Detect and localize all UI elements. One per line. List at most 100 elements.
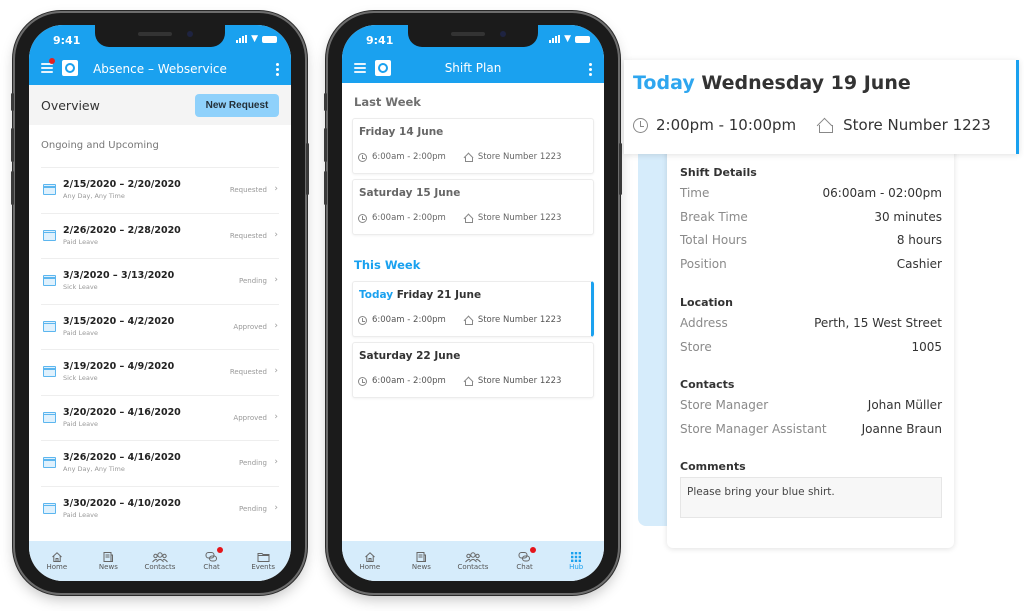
absence-type: Paid Leave bbox=[63, 237, 98, 246]
detail-label: Store bbox=[680, 339, 712, 354]
detail-label: Time bbox=[680, 186, 710, 200]
today-label: Today bbox=[633, 72, 695, 94]
chevron-right-icon: › bbox=[274, 275, 278, 285]
calendar-icon bbox=[43, 229, 56, 241]
detail-row: Time 06:00am - 02:00pm bbox=[680, 186, 942, 210]
absence-type: Any Day, Any Time bbox=[63, 192, 125, 200]
store-icon bbox=[463, 377, 473, 386]
battery-icon bbox=[575, 35, 590, 43]
last-week-heading: Last Week bbox=[354, 95, 421, 109]
absence-row[interactable]: 3/26/2020 – 4/16/2020 Any Day, Any Time Pe… bbox=[41, 440, 279, 486]
tab-label: Chat bbox=[516, 563, 533, 571]
shift-card[interactable]: Saturday 22 June 6:00am - 2:00pm Store Num… bbox=[352, 342, 594, 398]
contacts-heading: Contacts bbox=[680, 378, 735, 391]
absence-row[interactable]: 2/26/2020 – 2/28/2020 Paid Leave Requested… bbox=[41, 212, 279, 259]
tab-chat[interactable]: Chat bbox=[500, 541, 550, 581]
shift-card[interactable]: Saturday 15 June 6:00am - 2:00pm Store Num… bbox=[352, 179, 594, 235]
notch bbox=[408, 25, 538, 47]
absence-status: Approved bbox=[233, 413, 267, 422]
more-options-icon[interactable] bbox=[276, 63, 279, 78]
shift-date: Saturday 22 June bbox=[359, 350, 461, 362]
tab-label: Home bbox=[359, 563, 381, 571]
comments-box[interactable]: Please bring your blue shirt. bbox=[680, 477, 942, 518]
screen: 9:41 ▼ Shift Plan Last Week Friday 14 Ju… bbox=[342, 25, 604, 581]
shift-card-title: Today Friday 21 June bbox=[359, 289, 481, 301]
tab-chat[interactable]: Chat bbox=[187, 541, 237, 581]
tab-bar: Home News Contacts Chat Events bbox=[29, 541, 291, 581]
absence-type: Paid Leave bbox=[63, 419, 98, 428]
volume-up-button bbox=[324, 128, 327, 162]
chevron-right-icon: › bbox=[274, 502, 278, 513]
shift-card[interactable]: Friday 14 June 6:00am - 2:00pm Store Numbe… bbox=[352, 118, 594, 174]
detail-row: Store Manager Johan Müller bbox=[680, 398, 942, 422]
shift-date: Wednesday 19 June bbox=[701, 72, 911, 94]
absence-status: Pending bbox=[239, 459, 267, 467]
detail-row: Break Time 30 minutes bbox=[680, 210, 942, 234]
news-icon bbox=[83, 548, 133, 562]
location-section: Location Address Perth, 15 West Street Sto… bbox=[680, 296, 942, 363]
shift-time: 6:00am - 2:00pm bbox=[372, 213, 446, 223]
tab-home[interactable]: Home bbox=[32, 541, 82, 581]
signal-icon bbox=[236, 35, 248, 43]
shift-plan: Last Week Friday 14 June 6:00am - 2:00pm S… bbox=[342, 83, 604, 398]
section-title: Ongoing and Upcoming bbox=[29, 125, 291, 167]
volume-down-button bbox=[11, 171, 14, 205]
calendar-icon bbox=[43, 320, 56, 332]
this-week-heading: This Week bbox=[354, 258, 421, 272]
mute-switch bbox=[324, 93, 327, 111]
contacts-icon bbox=[448, 548, 498, 563]
calendar-icon bbox=[43, 184, 56, 195]
contacts-icon bbox=[135, 548, 185, 563]
tab-home[interactable]: Home bbox=[345, 541, 395, 581]
shift-date: Friday 21 June bbox=[396, 289, 482, 301]
clock-icon bbox=[358, 315, 367, 325]
detail-label: Store Manager bbox=[680, 398, 769, 412]
shift-card[interactable]: Today Friday 21 June 6:00am - 2:00pm Store… bbox=[352, 281, 594, 337]
status-time: 9:41 bbox=[366, 34, 394, 47]
tab-contacts[interactable]: Contacts bbox=[135, 541, 185, 581]
tab-news[interactable]: News bbox=[83, 541, 133, 581]
shift-time: 6:00am - 2:00pm bbox=[372, 152, 446, 162]
signal-icon bbox=[549, 35, 561, 43]
absence-row[interactable]: 3/19/2020 – 4/9/2020 Sick Leave Requested › bbox=[41, 349, 279, 395]
new-request-button[interactable]: New Request bbox=[195, 94, 279, 117]
detail-label: Position bbox=[680, 256, 727, 271]
absence-type: Any Day, Any Time bbox=[63, 465, 125, 473]
phone-absence: 9:41 ▼ Absence – Webservice Overview New… bbox=[11, 13, 309, 593]
absence-row[interactable]: 3/3/2020 – 3/13/2020 Sick Leave Pending › bbox=[41, 258, 279, 304]
chevron-right-icon: › bbox=[274, 320, 278, 331]
store-icon bbox=[463, 214, 473, 223]
shift-hero-title: Today Wednesday 19 June bbox=[633, 72, 911, 94]
absence-row[interactable]: 2/15/2020 – 2/20/2020 Any Day, Any Time Re… bbox=[41, 167, 279, 213]
calendar-icon bbox=[43, 275, 56, 286]
phone-shift-plan: 9:41 ▼ Shift Plan Last Week Friday 14 Ju… bbox=[324, 13, 622, 593]
shift-store: Store Number 1223 bbox=[477, 376, 562, 386]
absence-list: 2/15/2020 – 2/20/2020 Any Day, Any Time Re… bbox=[29, 167, 291, 531]
absence-row[interactable]: 3/20/2020 – 4/16/2020 Paid Leave Approved › bbox=[41, 394, 279, 441]
tab-hub[interactable]: Hub bbox=[551, 541, 601, 581]
detail-value: Johan Müller bbox=[867, 398, 942, 412]
more-options-icon[interactable] bbox=[589, 63, 592, 78]
tab-news[interactable]: News bbox=[396, 541, 446, 581]
detail-label: Store Manager Assistant bbox=[680, 421, 827, 436]
shift-card-title: Saturday 22 June bbox=[359, 350, 460, 362]
shift-hero-meta: 2:00pm - 10:00pm Store Number 1223 bbox=[633, 116, 991, 134]
tab-events[interactable]: Events bbox=[238, 541, 288, 581]
detail-value: Cashier bbox=[896, 256, 942, 271]
absence-status: Pending bbox=[239, 504, 267, 513]
absence-type: Paid Leave bbox=[63, 510, 98, 519]
power-button bbox=[619, 143, 622, 195]
shift-details-heading: Shift Details bbox=[680, 166, 757, 179]
tab-contacts[interactable]: Contacts bbox=[448, 541, 498, 581]
comments-heading: Comments bbox=[680, 460, 746, 473]
detail-row: Store Manager Assistant Joanne Braun bbox=[680, 422, 942, 446]
this-week-list: Today Friday 21 June 6:00am - 2:00pm Store… bbox=[352, 281, 594, 398]
tab-label: Events bbox=[251, 563, 276, 571]
absence-row[interactable]: 3/15/2020 – 4/2/2020 Paid Leave Approved › bbox=[41, 303, 279, 350]
absence-row[interactable]: 3/30/2020 – 4/10/2020 Paid Leave Pending › bbox=[41, 485, 279, 532]
shift-hero-card[interactable]: Today Wednesday 19 June 2:00pm - 10:00pm… bbox=[624, 60, 1019, 154]
shift-time: 2:00pm - 10:00pm bbox=[656, 116, 797, 134]
detail-row: Position Cashier bbox=[680, 257, 942, 281]
overview-bar: Overview New Request bbox=[29, 85, 291, 125]
absence-dates: 3/15/2020 – 4/2/2020 bbox=[63, 315, 175, 327]
